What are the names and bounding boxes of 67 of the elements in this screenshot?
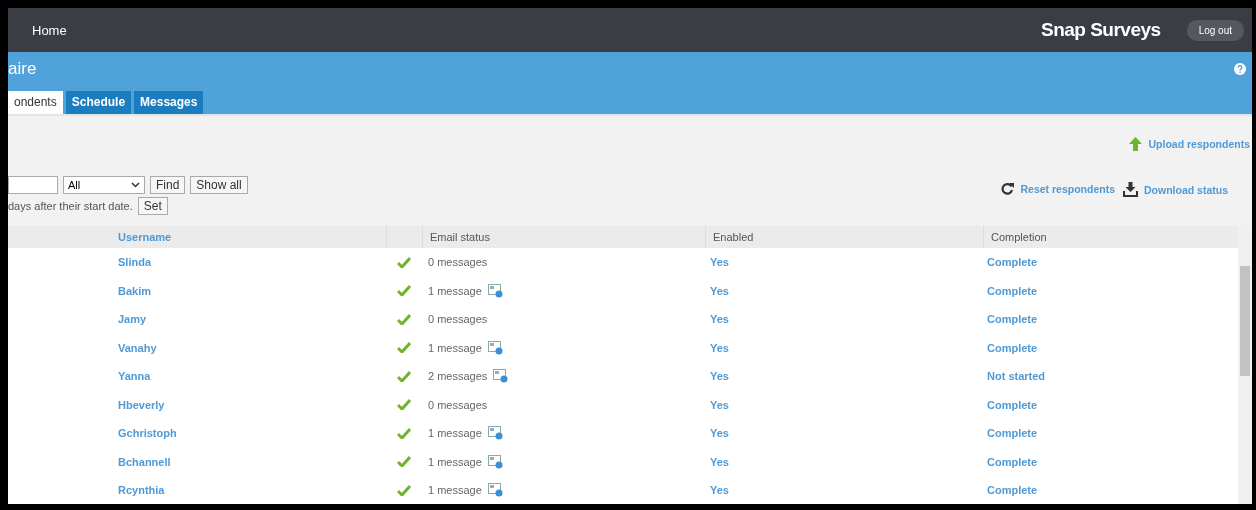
enabled-link[interactable]: Yes: [710, 256, 729, 269]
enabled-link[interactable]: Yes: [710, 313, 729, 326]
username-link[interactable]: Bakim: [118, 284, 152, 297]
download-link[interactable]: Download status: [1123, 182, 1228, 197]
page-title: aire: [8, 59, 37, 79]
brand-logo: Snap Surveys: [1040, 19, 1161, 41]
enabled-link[interactable]: Yes: [710, 341, 729, 354]
username-link[interactable]: Bchannell: [118, 455, 171, 468]
tab[interactable]: Schedule: [65, 91, 132, 114]
upload-arrow-icon: [1129, 137, 1143, 151]
message-icon[interactable]: [487, 283, 503, 298]
completion-link[interactable]: Not started: [987, 370, 1046, 383]
find-button[interactable]: Find: [150, 176, 186, 194]
search-field[interactable]: [8, 176, 58, 194]
username-link[interactable]: Gchristoph: [118, 427, 177, 440]
logout-button[interactable]: Log out: [1186, 19, 1244, 41]
refresh-icon: [1001, 182, 1015, 195]
username-link[interactable]: Jamy: [118, 313, 147, 326]
column-header: Enabled: [705, 226, 983, 248]
help-icon[interactable]: [1234, 63, 1246, 75]
scrollbar[interactable]: [1238, 226, 1252, 504]
upload-link[interactable]: Upload respondents: [1129, 134, 1250, 154]
column-header[interactable]: Username: [110, 226, 387, 248]
completion-link[interactable]: Complete: [987, 284, 1038, 297]
username-link[interactable]: Yanna: [118, 370, 151, 383]
username-link[interactable]: Slinda: [118, 256, 151, 269]
message-icon[interactable]: [493, 369, 509, 384]
email-status-text: 0 messages: [428, 398, 488, 411]
tab[interactable]: ondents: [8, 91, 63, 114]
column-header: Email status: [422, 226, 705, 248]
email-status-text: 1 message: [428, 427, 482, 440]
completion-link[interactable]: Complete: [987, 341, 1038, 354]
username-link[interactable]: Vanahy: [118, 341, 157, 354]
set-button[interactable]: Set: [137, 197, 168, 215]
completion-link[interactable]: Complete: [987, 313, 1038, 326]
email-status-text: 1 message: [428, 341, 482, 354]
completion-link[interactable]: Complete: [987, 484, 1038, 497]
show-all-button[interactable]: Show all: [190, 176, 248, 194]
email-status-text: 1 message: [428, 484, 482, 497]
download-icon: [1123, 182, 1138, 197]
completion-link[interactable]: Complete: [987, 455, 1038, 468]
tab[interactable]: Messages: [134, 91, 204, 114]
completion-link[interactable]: Complete: [987, 256, 1038, 269]
days-text: days after their start date.: [8, 200, 133, 212]
filter-dropdown[interactable]: All: [63, 176, 145, 194]
caret-icon: [131, 182, 140, 188]
message-icon[interactable]: [487, 426, 503, 441]
username-link[interactable]: Rcynthia: [118, 484, 165, 497]
enabled-link[interactable]: Yes: [710, 398, 729, 411]
message-icon[interactable]: [487, 340, 503, 355]
email-status-text: 1 message: [428, 284, 482, 297]
completion-link[interactable]: Complete: [987, 398, 1038, 411]
message-icon[interactable]: [487, 483, 503, 498]
enabled-link[interactable]: Yes: [710, 455, 729, 468]
home-link[interactable]: Home: [32, 22, 67, 38]
message-icon[interactable]: [487, 454, 503, 469]
email-status-text: 1 message: [428, 455, 482, 468]
reset-link[interactable]: Reset respondents: [1001, 182, 1115, 195]
username-link[interactable]: Hbeverly: [118, 398, 165, 411]
enabled-link[interactable]: Yes: [710, 284, 729, 297]
enabled-link[interactable]: Yes: [710, 370, 729, 383]
email-status-text: 2 messages: [428, 370, 488, 383]
completion-link[interactable]: Complete: [987, 427, 1038, 440]
enabled-link[interactable]: Yes: [710, 427, 729, 440]
email-status-text: 0 messages: [428, 313, 488, 326]
enabled-link[interactable]: Yes: [710, 484, 729, 497]
email-status-text: 0 messages: [428, 256, 488, 269]
